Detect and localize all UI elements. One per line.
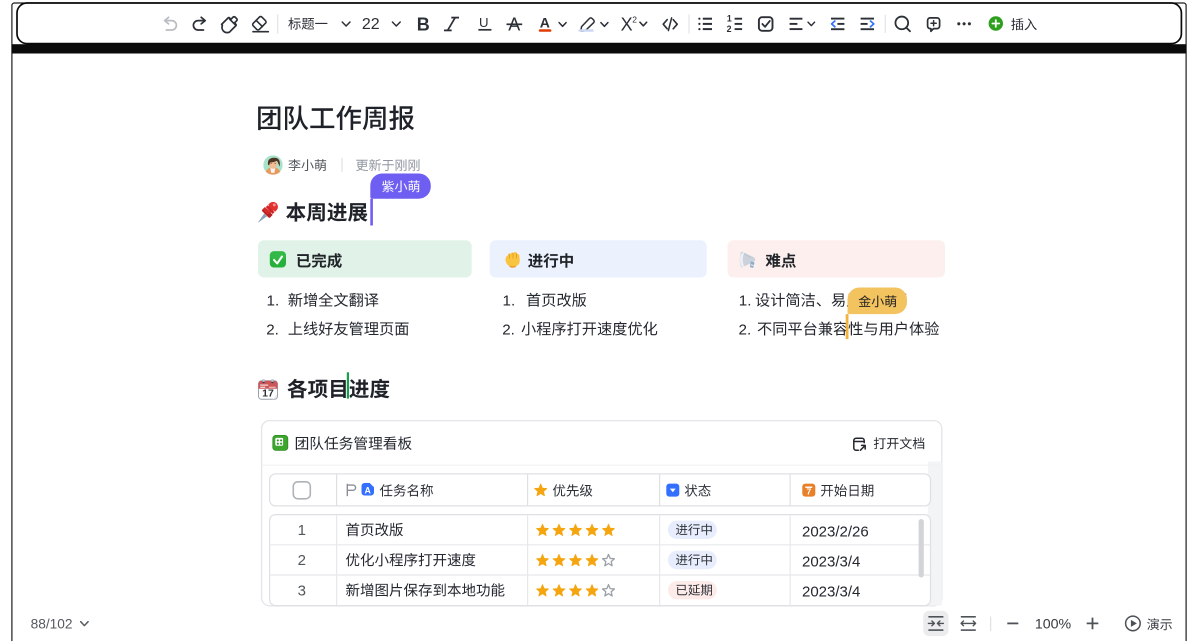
svg-text:2023/2/26: 2023/2/26 [802, 523, 869, 540]
svg-text:B: B [417, 14, 430, 34]
svg-text:2: 2 [298, 552, 306, 569]
svg-text:22: 22 [362, 16, 380, 33]
svg-text:1.: 1. [739, 293, 752, 310]
svg-text:A: A [365, 485, 372, 495]
svg-text:2: 2 [727, 24, 732, 34]
svg-text:2: 2 [632, 15, 637, 25]
svg-text:A: A [540, 15, 550, 31]
svg-text:1.: 1. [503, 293, 516, 310]
svg-text:2.: 2. [266, 321, 279, 338]
svg-text:X: X [621, 15, 633, 35]
svg-text:2.: 2. [739, 321, 752, 338]
svg-text:17: 17 [262, 388, 274, 400]
svg-text:1.: 1. [267, 293, 280, 310]
svg-text:1: 1 [727, 13, 732, 23]
svg-text:2023/3/4: 2023/3/4 [802, 584, 860, 601]
svg-text:3: 3 [298, 582, 306, 599]
svg-text:1: 1 [298, 522, 306, 539]
svg-text:88/102: 88/102 [31, 617, 73, 632]
svg-text:2023/3/4: 2023/3/4 [802, 554, 860, 571]
svg-text:U: U [479, 15, 489, 30]
svg-text:7: 7 [807, 487, 812, 497]
svg-text:100%: 100% [1035, 617, 1072, 633]
svg-text:2.: 2. [502, 321, 515, 338]
